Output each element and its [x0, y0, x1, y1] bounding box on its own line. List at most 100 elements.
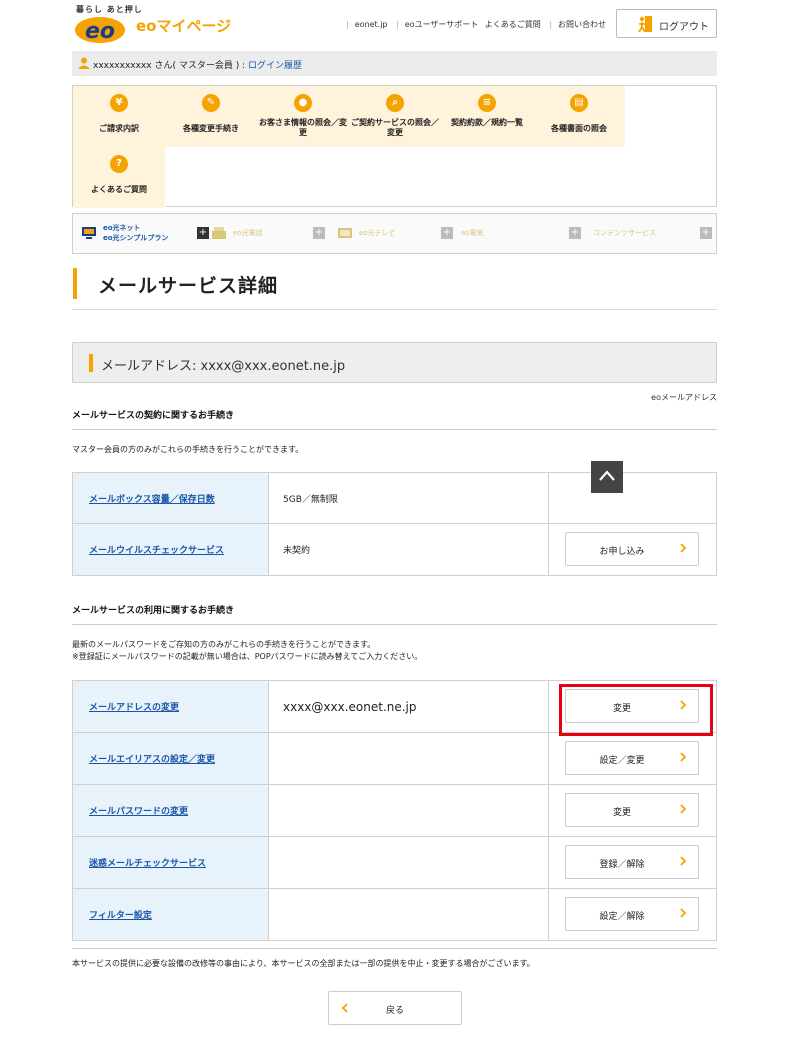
title-divider [72, 309, 717, 310]
chevron-right-icon [680, 804, 687, 814]
chevron-right-icon [680, 752, 687, 762]
table-row: メールウイルスチェックサービス 未契約 お申し込み [72, 523, 717, 576]
top-links: | eonet.jp | eoユーザーサポート よくあるご質問 | お問い合わせ [346, 20, 607, 29]
back-button[interactable]: 戻る [328, 991, 462, 1025]
menu-customer-info[interactable]: ● お客さま情報の照会／変更 [257, 86, 350, 147]
table-row: メールエイリアスの設定／変更 設定／変更 [72, 732, 717, 785]
tab-eo-phone[interactable]: eo光電話 + [203, 214, 335, 253]
expand-icon[interactable]: + [569, 227, 581, 239]
logo-text: eo [85, 19, 115, 44]
top-link-eonet[interactable]: eonet.jp [355, 20, 388, 29]
tab-label: eo電気 [461, 229, 484, 237]
expand-icon[interactable]: + [700, 227, 712, 239]
logout-button[interactable]: ログアウト [616, 9, 717, 38]
table-row: メールアドレスの変更 xxxx@xxx.eonet.ne.jp 変更 [72, 680, 717, 736]
user-icon [78, 57, 90, 69]
menu-label: 契約約款／規約一覧 [451, 118, 523, 127]
mail-address-box: メールアドレス: xxxx@xxx.eonet.ne.jp [72, 342, 717, 383]
section-divider [72, 624, 717, 625]
tab-label: eo光電話 [233, 229, 263, 237]
contract-section-title: メールサービスの契約に関するお手続き [72, 411, 235, 421]
top-link-contact[interactable]: お問い合わせ [558, 20, 606, 29]
search-doc-icon: ⌕ [386, 94, 404, 112]
expand-icon[interactable]: + [313, 227, 325, 239]
virus-check-value: 未契約 [268, 523, 549, 576]
menu-procedures[interactable]: ✎ 各種変更手続き [165, 86, 258, 147]
change-password-link[interactable]: メールパスワードの変更 [89, 807, 188, 817]
service-tabs: eo光ネット eo光シンプルプラン + eo光電話 + eo光テレビ + eo電気… [72, 213, 717, 254]
eo-mail-address-note: eoメールアドレス [651, 393, 717, 402]
menu-billing[interactable]: ¥ ご請求内訳 [73, 86, 166, 147]
apply-button[interactable]: お申し込み [565, 532, 699, 566]
filter-settings-link[interactable]: フィルター設定 [89, 911, 152, 921]
user-bar: xxxxxxxxxxx さん( マスター会員 ) : ログイン履歴 [72, 51, 717, 76]
tab-content-services[interactable]: コンテンツサービス + [583, 214, 716, 253]
chevron-right-icon [680, 856, 687, 866]
address-accent [89, 354, 93, 372]
mailbox-capacity-link[interactable]: メールボックス容量／保存日数 [89, 495, 215, 505]
tab-label: eo光ネット eo光シンプルプラン [103, 224, 169, 242]
back-label: 戻る [385, 1006, 404, 1016]
contract-icon: ≡ [478, 94, 496, 112]
user-name: xxxxxxxxxxx [93, 61, 152, 71]
menu-label: 各種書面の照会 [551, 124, 607, 133]
menu-terms[interactable]: ≡ 契約約款／規約一覧 [441, 86, 534, 147]
user-suffix: さん( マスター会員 ) : [151, 61, 248, 71]
table-row: メールパスワードの変更 変更 [72, 784, 717, 837]
contract-section-note: マスター会員の方のみがこれらの手続きを行うことができます。 [72, 445, 304, 454]
page-title: メールサービス詳細 [98, 275, 279, 297]
spam-check-button[interactable]: 登録／解除 [565, 845, 699, 879]
eo-logo[interactable]: eo [74, 14, 126, 44]
phone-icon [212, 227, 226, 239]
menu-contract-services[interactable]: ⌕ ご契約サービスの照会／変更 [349, 86, 442, 147]
alias-settings-link[interactable]: メールエイリアスの設定／変更 [89, 755, 215, 765]
user-info: xxxxxxxxxxx さん( マスター会員 ) : ログイン履歴 [93, 58, 302, 71]
logout-icon [638, 16, 652, 33]
top-link-faq[interactable]: よくあるご質問 [485, 20, 541, 29]
alias-settings-button[interactable]: 設定／変更 [565, 741, 699, 775]
tab-eo-tv[interactable]: eo光テレビ + [329, 214, 461, 253]
mail-address: メールアドレス: xxxx@xxx.eonet.ne.jp [101, 359, 346, 374]
current-address-value: xxxx@xxx.eonet.ne.jp [268, 680, 549, 733]
footer-divider [72, 948, 717, 949]
menu-label: ご契約サービスの照会／変更 [351, 118, 439, 137]
document-icon: ▤ [570, 94, 588, 112]
menu-documents[interactable]: ▤ 各種書面の照会 [533, 86, 626, 147]
virus-check-link[interactable]: メールウイルスチェックサービス [89, 546, 224, 556]
brand-title: eoマイページ [136, 17, 232, 35]
chevron-right-icon [680, 543, 687, 553]
scroll-to-top-button[interactable] [591, 461, 623, 493]
monitor-icon [82, 227, 96, 239]
menu-faq[interactable]: ? よくあるご質問 [73, 147, 166, 208]
filter-settings-button[interactable]: 設定／解除 [565, 897, 699, 931]
chevron-up-icon [599, 470, 615, 481]
menu-label: 各種変更手続き [183, 124, 239, 133]
tv-icon [338, 228, 352, 238]
change-password-button[interactable]: 変更 [565, 793, 699, 827]
tab-label: eo光テレビ [359, 229, 396, 237]
top-link-support[interactable]: eoユーザーサポート [405, 20, 479, 29]
highlight-frame [559, 684, 713, 736]
usage-table: メールアドレスの変更 xxxx@xxx.eonet.ne.jp 変更 メールエイ… [72, 680, 717, 941]
change-address-link[interactable]: メールアドレスの変更 [89, 703, 179, 713]
tab-label: コンテンツサービス [593, 229, 656, 237]
mailbox-capacity-value: 5GB／無制限 [268, 472, 549, 524]
menu-label: ご請求内訳 [99, 124, 139, 133]
edit-icon: ✎ [202, 94, 220, 112]
usage-section-note: 最新のメールパスワードをご存知の方のみがこれらの手続きを行うことができます。 ※登… [72, 640, 423, 661]
table-row: 迷惑メールチェックサービス 登録／解除 [72, 836, 717, 889]
main-menu: ¥ ご請求内訳 ✎ 各種変更手続き ● お客さま情報の照会／変更 ⌕ ご契約サー… [72, 85, 717, 208]
question-icon: ? [110, 155, 128, 173]
yen-icon: ¥ [110, 94, 128, 112]
tab-eo-electric[interactable]: eo電気 + [451, 214, 583, 253]
usage-section-title: メールサービスの利用に関するお手続き [72, 606, 235, 616]
tab-eo-net[interactable]: eo光ネット eo光シンプルプラン + [73, 214, 223, 253]
menu-label: お客さま情報の照会／変更 [259, 118, 347, 137]
title-accent [73, 268, 77, 299]
login-history-link[interactable]: ログイン履歴 [248, 61, 302, 71]
footer-note: 本サービスの提供に必要な設備の改修等の事由により、本サービスの全部または一部の提… [72, 959, 535, 968]
section-divider [72, 429, 717, 430]
table-row: フィルター設定 設定／解除 [72, 888, 717, 941]
chevron-right-icon [680, 908, 687, 918]
spam-check-link[interactable]: 迷惑メールチェックサービス [89, 859, 206, 869]
